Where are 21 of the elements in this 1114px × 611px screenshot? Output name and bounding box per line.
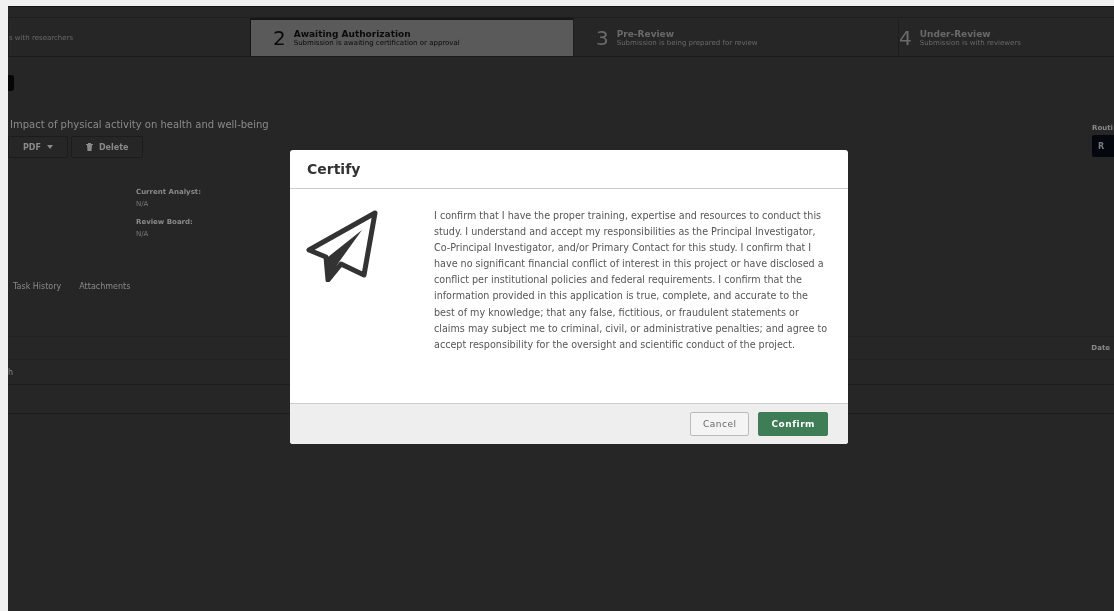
tab[interactable]: Task History (13, 282, 62, 293)
step-title: Awaiting Authorization (293, 29, 411, 39)
table-cell: h (8, 367, 14, 377)
certification-text: I confirm that I have the proper training, expertise and resources to conduct this study. I understand and accept my responsibilities as the Principal Investigator, Co-Principal Investigator, and/or Primary Contact for this study. I confirm that I have no significant financial conflict of interest in this project or have disclosed a conflict per institutional policies and federal requirements. I confirm that the information provided in this application is true, complete, and accurate to the best of my knowledge; that any false, fictitious, or fraudulent statements or claims may subject me to criminal, civil, or administrative penalties; and agree to accept responsibility for the oversight and scientific conduct of the project. (434, 209, 828, 352)
routing-button[interactable]: R (1092, 135, 1114, 157)
status-badge (8, 75, 14, 91)
step-number: 4 (899, 26, 912, 50)
caret-icon (46, 145, 53, 149)
dialog-title: Certify (307, 161, 361, 177)
tab[interactable]: Attachments (79, 282, 131, 293)
confirm-button[interactable]: Confirm (758, 412, 828, 436)
delete-button[interactable]: Delete (70, 136, 144, 158)
step-number: 2 (273, 26, 286, 50)
trash-icon (85, 143, 93, 151)
cancel-button[interactable]: Cancel (690, 412, 750, 436)
step-title: Under-Review (919, 29, 992, 39)
paper-plane-icon (306, 210, 378, 282)
step-number: 3 (596, 26, 609, 50)
project-title: Impact of physical activity on health and well-being (10, 119, 269, 130)
pdf-dropdown-button[interactable]: PDF (8, 136, 68, 158)
step-title: Pre-Review (616, 29, 675, 39)
